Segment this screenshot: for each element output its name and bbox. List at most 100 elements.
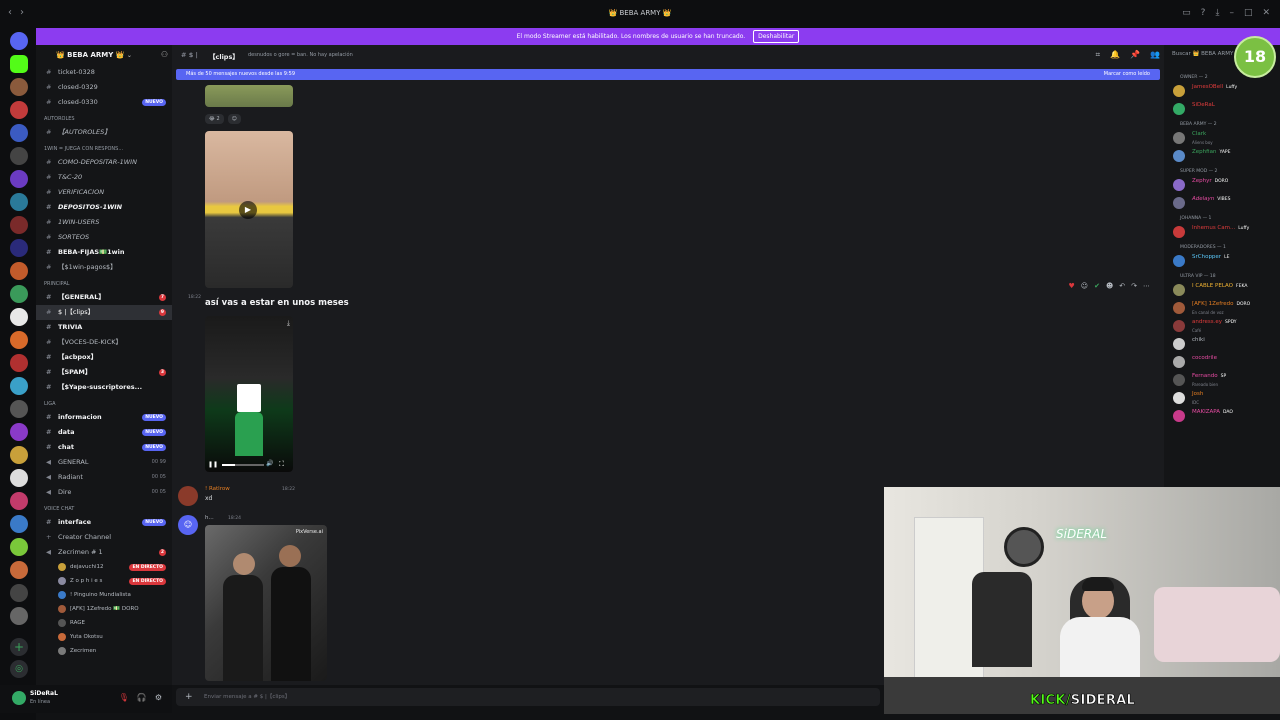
channel-trivia[interactable]: # TRIVIA xyxy=(36,320,172,335)
server-icon[interactable] xyxy=(10,193,28,211)
help-icon[interactable]: ? xyxy=(1201,8,1206,18)
member-item[interactable]: Josh IDC xyxy=(1164,389,1280,407)
pause-icon[interactable]: ❚❚ xyxy=(208,461,218,468)
member-item[interactable]: Adelayn VIBES xyxy=(1164,194,1280,212)
category-voice-chat[interactable]: VOICE CHAT xyxy=(36,500,172,515)
search-input[interactable]: Buscar 👑 BEBA ARMY xyxy=(1172,51,1233,57)
avatar[interactable] xyxy=(12,691,26,705)
server-icon[interactable] xyxy=(10,331,28,349)
member-item[interactable]: I CABLE PELAO FEKA xyxy=(1164,281,1280,299)
server-icon[interactable] xyxy=(10,78,28,96)
channel-data[interactable]: # data NUEVO xyxy=(36,425,172,440)
member-item[interactable]: cocodrile xyxy=(1164,353,1280,371)
channel-closed-0330[interactable]: # closed-0330 NUEVO xyxy=(36,95,172,110)
heart-reaction-icon[interactable]: ♥ xyxy=(1068,282,1074,290)
channel-yape-suscriptores[interactable]: # 【$Yape-suscriptores... xyxy=(36,380,172,395)
members-icon[interactable]: 👥 xyxy=(1150,50,1160,60)
message-author[interactable]: h... xyxy=(205,515,214,521)
check-icon[interactable]: ✔ xyxy=(1094,282,1100,290)
channel-closed-0329[interactable]: # closed-0329 xyxy=(36,80,172,95)
channel-como-depositar[interactable]: # COMO-DEPOSITAR-1WIN xyxy=(36,155,172,170)
server-icon[interactable] xyxy=(10,147,28,165)
server-icon[interactable] xyxy=(10,515,28,533)
explore-icon[interactable]: ◎ xyxy=(10,660,28,678)
channel-tyc[interactable]: # T&C-20 xyxy=(36,170,172,185)
close-button[interactable]: ✕ xyxy=(1262,8,1270,18)
gear-icon[interactable]: ⚙ xyxy=(155,693,162,702)
mute-mic-icon[interactable]: 🎙 xyxy=(119,693,129,702)
server-icon[interactable] xyxy=(10,124,28,142)
voice-user[interactable]: RAGE xyxy=(36,616,172,630)
emoji-icon[interactable]: ☺ xyxy=(1081,282,1088,290)
channel-depositos[interactable]: # DEPOSITOS-1WIN xyxy=(36,200,172,215)
bell-icon[interactable]: 🔔 xyxy=(1110,50,1120,60)
add-server-icon[interactable]: + xyxy=(10,638,28,656)
server-icon[interactable] xyxy=(10,239,28,257)
discord-icon[interactable]: ☺ xyxy=(178,515,198,535)
pin-icon[interactable]: 📌 xyxy=(1130,50,1140,60)
minimize-button[interactable]: – xyxy=(1229,8,1234,18)
member-item[interactable]: SiDeRaL xyxy=(1164,100,1280,118)
fullscreen-icon[interactable]: ⛶ xyxy=(279,460,284,469)
voice-user[interactable]: Yuta Okotsu xyxy=(36,630,172,644)
channel-chat[interactable]: # chat NUEVO xyxy=(36,440,172,455)
guild-header[interactable]: 👑 BEBA ARMY 👑 ⌄ ⚇ xyxy=(36,45,172,65)
server-icon[interactable] xyxy=(10,354,28,372)
server-icon[interactable] xyxy=(10,101,28,119)
voice-user[interactable]: Z o p h i e s EN DIRECTO xyxy=(36,574,172,588)
server-icon[interactable] xyxy=(10,469,28,487)
maximize-button[interactable]: □ xyxy=(1244,8,1253,18)
video-attachment[interactable]: ▶ xyxy=(205,131,293,288)
voice-user[interactable]: ! Pinguino Mundialista xyxy=(36,588,172,602)
voice-channel-zecrimen[interactable]: ◀ Zecrimen # 1 2 xyxy=(36,545,172,560)
more-icon[interactable]: ⋯ xyxy=(1143,282,1150,290)
member-item[interactable]: SrChopper LE xyxy=(1164,252,1280,270)
member-item[interactable]: JamesOBell Luffy xyxy=(1164,82,1280,100)
reply-icon[interactable]: ↶ xyxy=(1119,282,1125,290)
channel-clips[interactable]: # $ |【clips】 9 xyxy=(36,305,172,320)
download-icon[interactable]: ⤓ xyxy=(287,319,290,328)
server-icon[interactable] xyxy=(10,377,28,395)
member-item[interactable]: Fernando SP Pareado bien xyxy=(1164,371,1280,389)
video-progress-bar[interactable] xyxy=(222,464,264,466)
video-attachment[interactable]: PixVerse.ai xyxy=(205,525,327,681)
voice-user[interactable]: Zecrimen xyxy=(36,644,172,658)
download-icon[interactable]: ⤓ xyxy=(1215,8,1219,18)
channel-spam[interactable]: # 【SPAM】 3 xyxy=(36,365,172,380)
play-icon[interactable]: ▶ xyxy=(239,201,257,219)
member-item[interactable]: MAKIZAPA DAO xyxy=(1164,407,1280,425)
voice-user[interactable]: [AFK] 1Zefredo 💵 DORO xyxy=(36,602,172,616)
member-item[interactable]: Zephyr DORO xyxy=(1164,176,1280,194)
new-messages-bar[interactable]: Más de 50 mensajes nuevos desde las 9:59… xyxy=(176,69,1160,80)
server-icon[interactable] xyxy=(10,170,28,188)
disable-streamer-button[interactable]: Deshabilitar xyxy=(753,30,800,43)
member-item[interactable]: [AFK] 1Zefredo DORO En canal de voz xyxy=(1164,299,1280,317)
member-item[interactable]: Clark Aliens boy xyxy=(1164,129,1280,147)
reaction-button[interactable]: 😂 2 xyxy=(205,114,224,124)
channel-verificacion[interactable]: # VERIFICACION xyxy=(36,185,172,200)
channel-ticket-0328[interactable]: # ticket-0328 xyxy=(36,65,172,80)
mark-read-button[interactable]: Marcar como leído xyxy=(1104,69,1150,80)
category-liga[interactable]: LIGA xyxy=(36,395,172,410)
voice-channel-dire[interactable]: ◀ Dire 00 05 xyxy=(36,485,172,500)
member-item[interactable]: Inhemus Cam... Luffy xyxy=(1164,223,1280,241)
category-principal[interactable]: PRINCIPAL xyxy=(36,275,172,290)
member-item[interactable]: chiki xyxy=(1164,335,1280,353)
member-item[interactable]: Zephfian YAPE xyxy=(1164,147,1280,165)
server-icon[interactable] xyxy=(10,584,28,602)
threads-icon[interactable]: ⌗ xyxy=(1096,50,1101,60)
channel-beba-fijas[interactable]: # BEBA-FIJAS💵1win xyxy=(36,245,172,260)
server-icon[interactable] xyxy=(10,308,28,326)
channel-1win-users[interactable]: #1WIN-USERS xyxy=(36,215,172,230)
channel-informacion[interactable]: # informacion NUEVO xyxy=(36,410,172,425)
channel-general[interactable]: # 【GENERAL】 7 xyxy=(36,290,172,305)
voice-channel-radiant[interactable]: ◀ Radiant 00 05 xyxy=(36,470,172,485)
server-icon[interactable] xyxy=(10,607,28,625)
channel-1win-pagos[interactable]: # 【$1win-pagos$】 xyxy=(36,260,172,275)
server-icon[interactable] xyxy=(10,262,28,280)
server-icon-kick[interactable] xyxy=(10,55,28,73)
server-icon[interactable] xyxy=(10,492,28,510)
add-member-icon[interactable]: ⚇ xyxy=(161,50,168,59)
server-icon[interactable] xyxy=(10,561,28,579)
avatar[interactable] xyxy=(178,486,198,506)
